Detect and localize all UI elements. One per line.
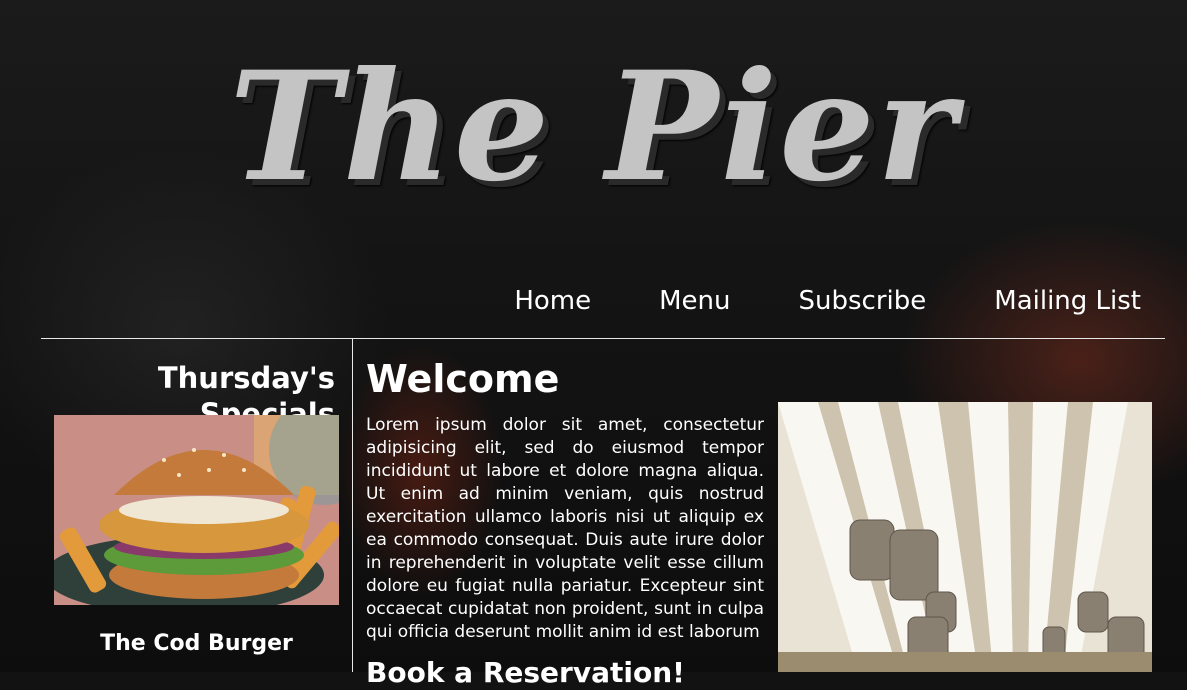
special-item-name: The Cod Burger bbox=[100, 631, 293, 656]
nav-mailing-list[interactable]: Mailing List bbox=[994, 284, 1141, 318]
nav-subscribe[interactable]: Subscribe bbox=[799, 284, 927, 318]
header-divider bbox=[41, 338, 1165, 339]
cod-burger-image bbox=[54, 415, 339, 605]
site-logo[interactable]: The Pier bbox=[0, 52, 1187, 202]
nav-home[interactable]: Home bbox=[514, 284, 591, 318]
main-nav: Home Menu Subscribe Mailing List bbox=[514, 284, 1141, 318]
welcome-text: Lorem ipsum dolor sit amet, consectetur … bbox=[366, 415, 764, 642]
nav-menu[interactable]: Menu bbox=[659, 284, 730, 318]
column-divider bbox=[352, 339, 353, 672]
restaurant-interior-image bbox=[778, 402, 1152, 672]
welcome-heading: Welcome bbox=[366, 357, 560, 401]
reservation-heading: Book a Reservation! bbox=[366, 656, 685, 689]
